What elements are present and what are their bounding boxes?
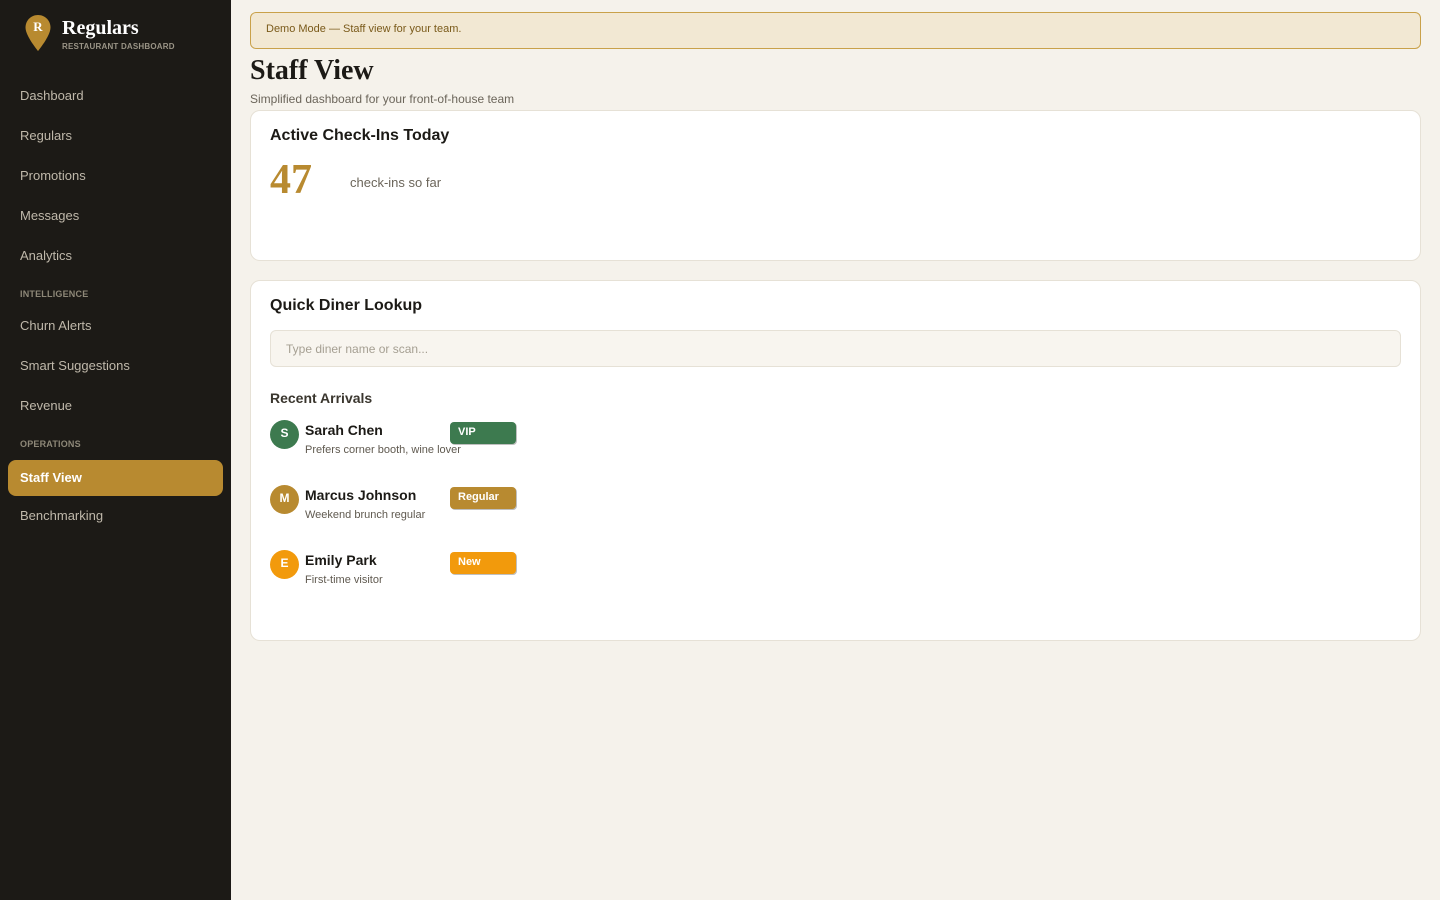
page-subtitle: Simplified dashboard for your front-of-h… (250, 92, 515, 106)
page-title: Staff View (250, 55, 374, 86)
checkins-card: Active Check-Ins Today 47 check-ins so f… (250, 110, 1421, 261)
checkins-label: check-ins so far (350, 175, 442, 190)
sidebar-section-operations: OPERATIONS (20, 439, 81, 449)
sidebar-item-regulars[interactable]: Regulars (8, 118, 223, 154)
sidebar: R Regulars RESTAURANT DASHBOARD Dashboar… (0, 0, 231, 900)
status-badge: Regular (450, 487, 516, 509)
brand-subtitle: RESTAURANT DASHBOARD (62, 42, 175, 51)
arrival-row[interactable]: S Sarah Chen Prefers corner booth, wine … (270, 420, 570, 470)
location-pin-icon: R (25, 15, 51, 51)
sidebar-section-intelligence: INTELLIGENCE (20, 289, 89, 299)
sidebar-item-churn-alerts[interactable]: Churn Alerts (8, 308, 223, 344)
sidebar-item-benchmarking[interactable]: Benchmarking (8, 498, 223, 534)
diner-lookup-card: Quick Diner Lookup Recent Arrivals S Sar… (250, 280, 1421, 641)
status-badge: VIP (450, 422, 516, 444)
sidebar-item-messages[interactable]: Messages (8, 198, 223, 234)
recent-arrivals-title: Recent Arrivals (270, 390, 373, 406)
diner-search-input[interactable] (270, 330, 1401, 367)
diner-name: Marcus Johnson (305, 487, 417, 503)
diner-note: First-time visitor (305, 574, 383, 586)
checkins-count: 47 (270, 157, 312, 203)
arrival-row[interactable]: M Marcus Johnson Weekend brunch regular … (270, 485, 570, 535)
sidebar-item-dashboard[interactable]: Dashboard (8, 78, 223, 114)
sidebar-item-smart-suggestions[interactable]: Smart Suggestions (8, 348, 223, 384)
brand-initial: R (33, 19, 43, 34)
sidebar-item-staff-view[interactable]: Staff View (8, 460, 223, 496)
status-badge: New (450, 552, 516, 574)
lookup-title: Quick Diner Lookup (270, 297, 423, 314)
diner-note: Prefers corner booth, wine lover (305, 444, 461, 456)
sidebar-item-promotions[interactable]: Promotions (8, 158, 223, 194)
brand-name: Regulars (62, 17, 139, 39)
sidebar-item-revenue[interactable]: Revenue (8, 388, 223, 424)
demo-mode-banner: Demo Mode — Staff view for your team. (250, 12, 1421, 49)
diner-name: Emily Park (305, 552, 377, 568)
brand[interactable]: R Regulars RESTAURANT DASHBOARD (24, 14, 224, 54)
avatar: M (270, 485, 299, 514)
avatar: S (270, 420, 299, 449)
diner-note: Weekend brunch regular (305, 509, 426, 521)
sidebar-item-analytics[interactable]: Analytics (8, 238, 223, 274)
diner-name: Sarah Chen (305, 422, 383, 438)
arrival-row[interactable]: E Emily Park First-time visitor New (270, 550, 570, 600)
checkins-title: Active Check-Ins Today (270, 127, 450, 144)
avatar: E (270, 550, 299, 579)
